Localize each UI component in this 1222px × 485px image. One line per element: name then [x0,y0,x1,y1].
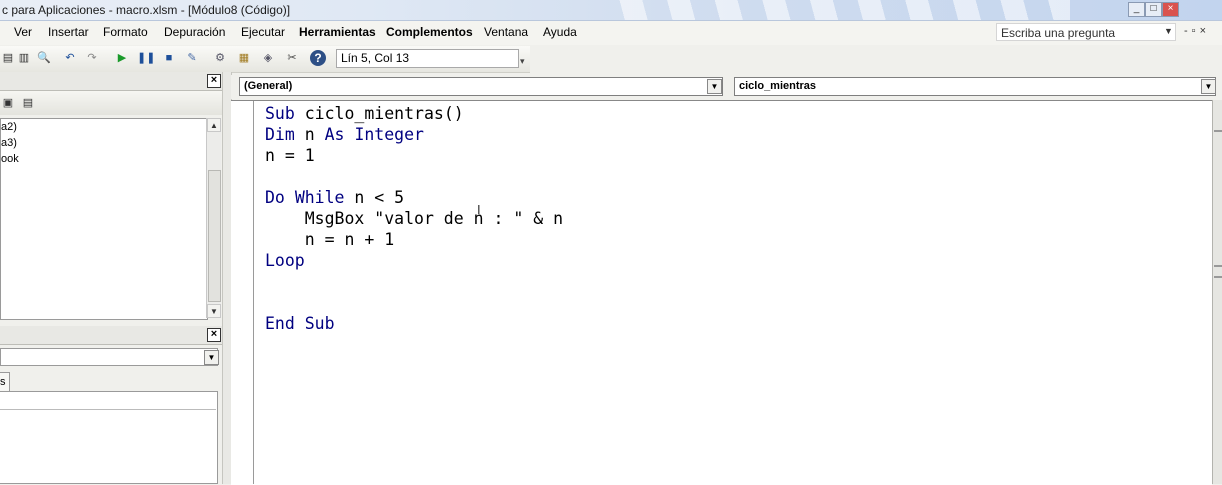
mdi-restore-icon[interactable]: -▫× [1184,25,1210,37]
menu-ejecutar[interactable]: Ejecutar [241,25,285,39]
properties-grid [0,391,218,484]
project-tree: a2) a3) ook [0,118,208,320]
properties-tab[interactable]: s [0,372,10,392]
break-icon[interactable]: ❚❚ [137,50,155,66]
scroll-down-icon[interactable]: ▼ [207,304,221,318]
design-mode-icon[interactable]: ✎ [184,50,200,66]
scroll-grip [1214,130,1222,132]
menu-insertar[interactable]: Insertar [48,25,89,39]
title-bar: c para Aplicaciones - macro.xlsm - [Módu… [0,0,1222,21]
menu-ayuda[interactable]: Ayuda [543,25,577,39]
minimize-button[interactable]: _ [1128,2,1145,17]
menu-formato[interactable]: Formato [103,25,148,39]
procedure-name: ciclo_mientras() [304,104,464,123]
help-icon[interactable]: ? [310,50,326,66]
menu-herramientas[interactable]: Herramientas [299,25,376,39]
scroll-grip [1214,276,1222,278]
code-line: MsgBox "valor de n : " & n [265,209,564,228]
title-bar-decoration [600,0,1070,20]
code-line: Sub ciclo_mientras() [265,104,464,123]
code-vertical-scrollbar[interactable] [1212,100,1222,484]
close-window-button[interactable]: × [1162,2,1179,17]
cursor-position-display: Lín 5, Col 13 [336,49,519,68]
margin-indicator-bar[interactable] [231,101,254,484]
redo-icon[interactable]: ↷ [84,50,100,66]
toolbox-icon[interactable]: ✂ [284,50,300,66]
text-cursor-icon: I [477,202,481,217]
project-explorer-header: × [0,72,222,91]
find-icon[interactable]: 🔍 [36,50,52,66]
insert-module-icon[interactable]: ▥ [16,50,32,66]
code-text[interactable]: Sub ciclo_mientras() Dim n As Integer n … [265,103,563,334]
grid-divider [0,409,216,410]
code-line: Loop [265,251,305,270]
excel-icon[interactable]: ▤ [0,50,16,66]
menu-ventana[interactable]: Ventana [484,25,528,39]
project-tree-scrollbar[interactable]: ▲ ▼ [206,118,221,318]
tree-item[interactable]: a2) [1,119,207,135]
menu-ver[interactable]: Ver [14,25,32,39]
toggle-folders-icon[interactable]: ▤ [20,95,36,111]
properties-object-combo[interactable]: ▼ [0,348,219,366]
project-explorer-toolbar: ▣ ▤ [0,91,222,115]
maximize-button[interactable]: □ [1145,2,1162,17]
run-icon[interactable]: ▶ [114,50,130,66]
properties-header: × [0,326,222,345]
menu-complementos[interactable]: Complementos [386,25,473,39]
object-combo-dropdown-icon[interactable]: ▼ [707,79,722,94]
project-explorer-icon[interactable]: ⚙ [212,50,228,66]
scroll-up-icon[interactable]: ▲ [207,118,221,132]
object-browser-icon[interactable]: ◈ [260,50,276,66]
undo-icon[interactable]: ↶ [62,50,78,66]
tree-item[interactable]: a3) [1,135,207,151]
procedure-combo-dropdown-icon[interactable]: ▼ [1201,79,1216,94]
code-line: End Sub [265,314,335,333]
chevron-down-icon[interactable]: ▼ [204,350,219,365]
object-combo[interactable]: (General) [239,77,723,96]
scroll-thumb[interactable] [208,170,221,302]
scroll-grip [1214,265,1222,267]
procedure-combo[interactable]: ciclo_mientras [734,77,1216,96]
window-title: c para Aplicaciones - macro.xlsm - [Módu… [2,3,291,17]
toolbar-options-icon[interactable]: ▾ [520,56,525,67]
code-line: Do While n < 5 [265,188,405,207]
tree-item[interactable]: ook [1,151,207,167]
code-line: n = 1 [265,146,315,165]
code-line: Dim n As Integer [265,125,424,144]
ask-question-input[interactable]: Escriba una pregunta [996,23,1176,41]
close-properties-icon[interactable]: × [207,328,221,342]
ask-dropdown-arrow-icon[interactable]: ▼ [1164,26,1173,36]
view-object-icon[interactable]: ▣ [0,95,16,111]
reset-icon[interactable]: ■ [161,50,177,66]
properties-icon[interactable]: ▦ [236,50,252,66]
code-line: n = n + 1 [265,230,395,249]
menu-depuracion[interactable]: Depuración [164,25,225,39]
close-project-explorer-icon[interactable]: × [207,74,221,88]
